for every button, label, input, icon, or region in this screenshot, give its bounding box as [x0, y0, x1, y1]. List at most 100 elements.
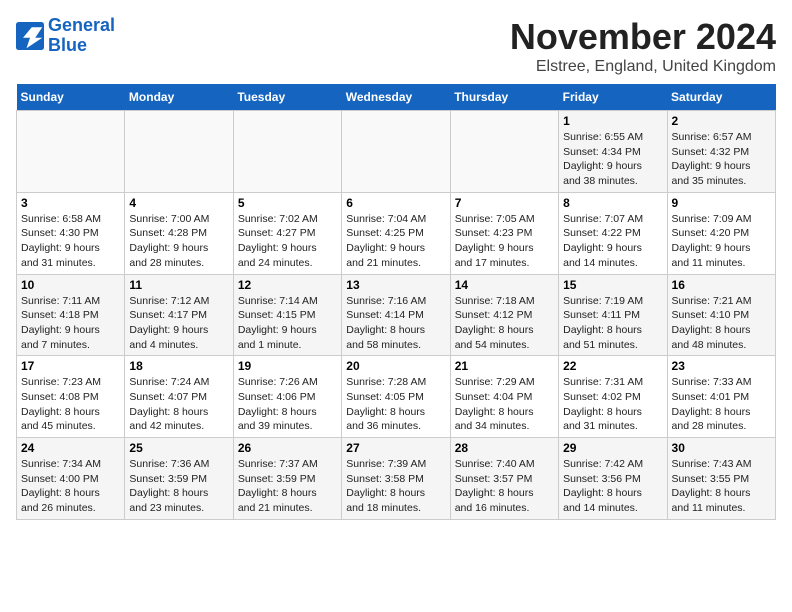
- day-number: 12: [238, 278, 337, 292]
- day-info: Sunrise: 7:18 AM Sunset: 4:12 PM Dayligh…: [455, 294, 554, 353]
- day-number: 6: [346, 196, 445, 210]
- calendar-cell: 11 Sunrise: 7:12 AM Sunset: 4:17 PM Dayli…: [125, 274, 233, 356]
- calendar-cell: [233, 111, 341, 193]
- calendar-cell: 24Sunrise: 7:34 AM Sunset: 4:00 PM Dayli…: [17, 438, 125, 520]
- calendar-cell: 5 Sunrise: 7:02 AM Sunset: 4:27 PM Daylig…: [233, 192, 341, 274]
- day-info: Sunrise: 7:00 AM Sunset: 4:28 PM Dayligh…: [129, 212, 228, 271]
- day-info: Sunrise: 7:23 AM Sunset: 4:08 PM Dayligh…: [21, 375, 120, 434]
- day-info: Sunrise: 7:21 AM Sunset: 4:10 PM Dayligh…: [672, 294, 771, 353]
- day-number: 28: [455, 441, 554, 455]
- day-info: Sunrise: 7:16 AM Sunset: 4:14 PM Dayligh…: [346, 294, 445, 353]
- day-number: 9: [672, 196, 771, 210]
- calendar-week-1: 1Sunrise: 6:55 AM Sunset: 4:34 PM Daylig…: [17, 111, 776, 193]
- day-number: 25: [129, 441, 228, 455]
- title-area: November 2024 Elstree, England, United K…: [510, 16, 776, 76]
- day-number: 30: [672, 441, 771, 455]
- calendar-cell: 28 Sunrise: 7:40 AM Sunset: 3:57 PM Dayli…: [450, 438, 558, 520]
- logo-icon: [16, 22, 44, 50]
- weekday-monday: Monday: [125, 84, 233, 111]
- day-info: Sunrise: 7:37 AM Sunset: 3:59 PM Dayligh…: [238, 457, 337, 516]
- logo-line2: Blue: [48, 35, 87, 55]
- calendar-cell: 29 Sunrise: 7:42 AM Sunset: 3:56 PM Dayli…: [559, 438, 667, 520]
- calendar-body: 1Sunrise: 6:55 AM Sunset: 4:34 PM Daylig…: [17, 111, 776, 520]
- calendar-cell: 4 Sunrise: 7:00 AM Sunset: 4:28 PM Daylig…: [125, 192, 233, 274]
- day-info: Sunrise: 7:14 AM Sunset: 4:15 PM Dayligh…: [238, 294, 337, 353]
- day-info: Sunrise: 7:36 AM Sunset: 3:59 PM Dayligh…: [129, 457, 228, 516]
- day-info: Sunrise: 7:07 AM Sunset: 4:22 PM Dayligh…: [563, 212, 662, 271]
- day-number: 22: [563, 359, 662, 373]
- day-info: Sunrise: 7:29 AM Sunset: 4:04 PM Dayligh…: [455, 375, 554, 434]
- day-number: 8: [563, 196, 662, 210]
- day-number: 17: [21, 359, 120, 373]
- weekday-tuesday: Tuesday: [233, 84, 341, 111]
- calendar-cell: 12 Sunrise: 7:14 AM Sunset: 4:15 PM Dayli…: [233, 274, 341, 356]
- weekday-friday: Friday: [559, 84, 667, 111]
- day-number: 26: [238, 441, 337, 455]
- day-number: 13: [346, 278, 445, 292]
- day-info: Sunrise: 7:43 AM Sunset: 3:55 PM Dayligh…: [672, 457, 771, 516]
- calendar-cell: [342, 111, 450, 193]
- day-info: Sunrise: 7:05 AM Sunset: 4:23 PM Dayligh…: [455, 212, 554, 271]
- calendar-cell: 9 Sunrise: 7:09 AM Sunset: 4:20 PM Daylig…: [667, 192, 775, 274]
- calendar-week-3: 10 Sunrise: 7:11 AM Sunset: 4:18 PM Dayli…: [17, 274, 776, 356]
- day-info: Sunrise: 7:09 AM Sunset: 4:20 PM Dayligh…: [672, 212, 771, 271]
- day-number: 20: [346, 359, 445, 373]
- day-info: Sunrise: 7:11 AM Sunset: 4:18 PM Dayligh…: [21, 294, 120, 353]
- day-info: Sunrise: 7:26 AM Sunset: 4:06 PM Dayligh…: [238, 375, 337, 434]
- calendar-cell: 23Sunrise: 7:33 AM Sunset: 4:01 PM Dayli…: [667, 356, 775, 438]
- calendar-week-5: 24Sunrise: 7:34 AM Sunset: 4:00 PM Dayli…: [17, 438, 776, 520]
- day-number: 29: [563, 441, 662, 455]
- calendar-cell: [125, 111, 233, 193]
- day-number: 14: [455, 278, 554, 292]
- day-number: 11: [129, 278, 228, 292]
- weekday-thursday: Thursday: [450, 84, 558, 111]
- logo: General Blue: [16, 16, 115, 56]
- day-number: 16: [672, 278, 771, 292]
- calendar-cell: 22 Sunrise: 7:31 AM Sunset: 4:02 PM Dayli…: [559, 356, 667, 438]
- calendar-cell: 8 Sunrise: 7:07 AM Sunset: 4:22 PM Daylig…: [559, 192, 667, 274]
- calendar-cell: 25 Sunrise: 7:36 AM Sunset: 3:59 PM Dayli…: [125, 438, 233, 520]
- calendar-cell: 6 Sunrise: 7:04 AM Sunset: 4:25 PM Daylig…: [342, 192, 450, 274]
- day-info: Sunrise: 7:31 AM Sunset: 4:02 PM Dayligh…: [563, 375, 662, 434]
- day-info: Sunrise: 6:57 AM Sunset: 4:32 PM Dayligh…: [672, 130, 771, 189]
- day-info: Sunrise: 7:24 AM Sunset: 4:07 PM Dayligh…: [129, 375, 228, 434]
- calendar-cell: 19 Sunrise: 7:26 AM Sunset: 4:06 PM Dayli…: [233, 356, 341, 438]
- day-info: Sunrise: 7:42 AM Sunset: 3:56 PM Dayligh…: [563, 457, 662, 516]
- main-title: November 2024: [510, 16, 776, 58]
- day-number: 7: [455, 196, 554, 210]
- day-number: 5: [238, 196, 337, 210]
- calendar-week-2: 3 Sunrise: 6:58 AM Sunset: 4:30 PM Daylig…: [17, 192, 776, 274]
- day-number: 10: [21, 278, 120, 292]
- day-info: Sunrise: 7:40 AM Sunset: 3:57 PM Dayligh…: [455, 457, 554, 516]
- calendar-cell: 30 Sunrise: 7:43 AM Sunset: 3:55 PM Dayli…: [667, 438, 775, 520]
- day-number: 15: [563, 278, 662, 292]
- day-info: Sunrise: 7:33 AM Sunset: 4:01 PM Dayligh…: [672, 375, 771, 434]
- day-number: 18: [129, 359, 228, 373]
- calendar-cell: 1Sunrise: 6:55 AM Sunset: 4:34 PM Daylig…: [559, 111, 667, 193]
- calendar-cell: 14 Sunrise: 7:18 AM Sunset: 4:12 PM Dayli…: [450, 274, 558, 356]
- day-number: 19: [238, 359, 337, 373]
- day-number: 4: [129, 196, 228, 210]
- day-number: 2: [672, 114, 771, 128]
- day-info: Sunrise: 7:02 AM Sunset: 4:27 PM Dayligh…: [238, 212, 337, 271]
- calendar-cell: [17, 111, 125, 193]
- day-info: Sunrise: 7:28 AM Sunset: 4:05 PM Dayligh…: [346, 375, 445, 434]
- day-info: Sunrise: 7:39 AM Sunset: 3:58 PM Dayligh…: [346, 457, 445, 516]
- day-info: Sunrise: 7:04 AM Sunset: 4:25 PM Dayligh…: [346, 212, 445, 271]
- weekday-header-row: SundayMondayTuesdayWednesdayThursdayFrid…: [17, 84, 776, 111]
- calendar-cell: 3 Sunrise: 6:58 AM Sunset: 4:30 PM Daylig…: [17, 192, 125, 274]
- calendar-cell: [450, 111, 558, 193]
- day-info: Sunrise: 7:34 AM Sunset: 4:00 PM Dayligh…: [21, 457, 120, 516]
- calendar-cell: 15 Sunrise: 7:19 AM Sunset: 4:11 PM Dayli…: [559, 274, 667, 356]
- calendar-week-4: 17 Sunrise: 7:23 AM Sunset: 4:08 PM Dayli…: [17, 356, 776, 438]
- day-info: Sunrise: 7:12 AM Sunset: 4:17 PM Dayligh…: [129, 294, 228, 353]
- calendar-cell: 21Sunrise: 7:29 AM Sunset: 4:04 PM Dayli…: [450, 356, 558, 438]
- day-number: 3: [21, 196, 120, 210]
- weekday-saturday: Saturday: [667, 84, 775, 111]
- weekday-wednesday: Wednesday: [342, 84, 450, 111]
- day-info: Sunrise: 6:58 AM Sunset: 4:30 PM Dayligh…: [21, 212, 120, 271]
- calendar-cell: 10 Sunrise: 7:11 AM Sunset: 4:18 PM Dayli…: [17, 274, 125, 356]
- calendar-cell: 27Sunrise: 7:39 AM Sunset: 3:58 PM Dayli…: [342, 438, 450, 520]
- day-info: Sunrise: 7:19 AM Sunset: 4:11 PM Dayligh…: [563, 294, 662, 353]
- weekday-sunday: Sunday: [17, 84, 125, 111]
